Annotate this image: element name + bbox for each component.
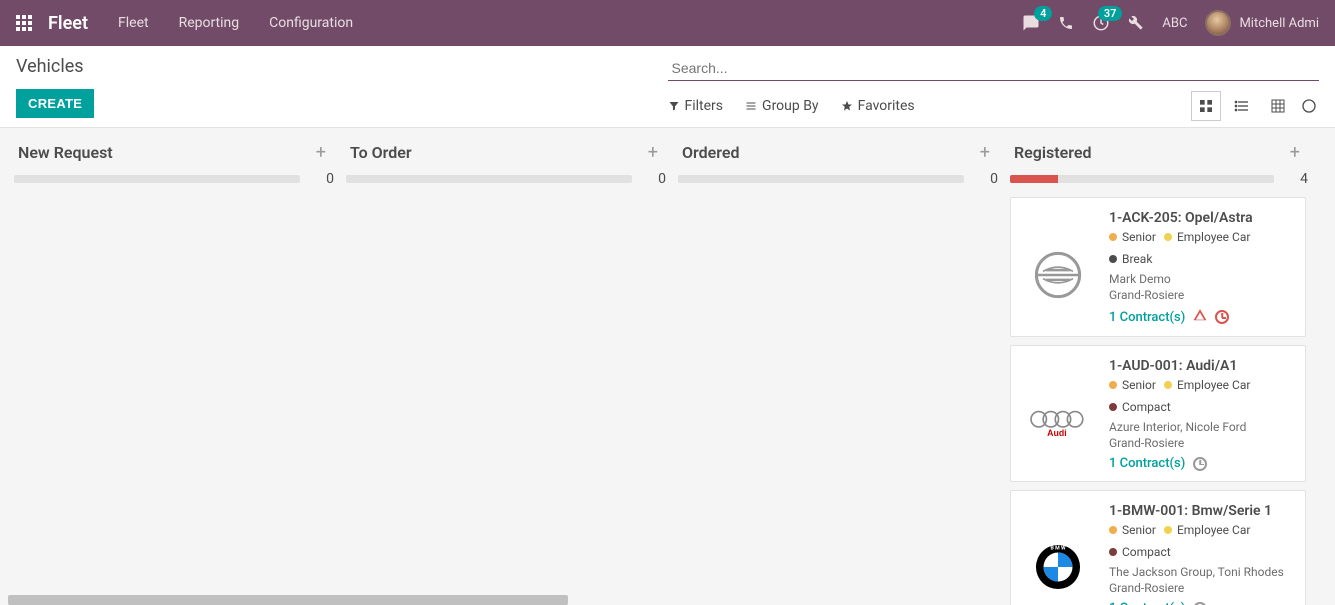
column-progress-bar (678, 175, 964, 183)
column-add-icon[interactable]: + (312, 142, 330, 163)
tag: Senior (1109, 523, 1156, 537)
tag: Senior (1109, 230, 1156, 244)
apps-icon[interactable] (16, 15, 32, 31)
card-location: Grand-Rosiere (1109, 288, 1293, 302)
brand-logo-bmw: B M W (1023, 517, 1093, 605)
clock-icon (1193, 602, 1207, 605)
column-title[interactable]: New Request (18, 143, 312, 162)
filters-button[interactable]: Filters (668, 98, 724, 114)
user-avatar (1205, 10, 1231, 36)
column-title[interactable]: Registered (1014, 143, 1286, 162)
card-title: 1-ACK-205: Opel/Astra (1109, 210, 1293, 226)
column-progress-bar (1010, 175, 1274, 183)
column-progress-bar (346, 175, 632, 183)
column-add-icon[interactable]: + (644, 142, 662, 163)
card-title: 1-BMW-001: Bmw/Serie 1 (1109, 503, 1293, 519)
kanban-board: New Request + 0 To Order + 0 Ordered + 0 (0, 128, 1335, 605)
column-progress-bar (14, 175, 300, 183)
vehicle-card[interactable]: 1-ACK-205: Opel/Astra Senior Employee Ca… (1010, 197, 1306, 337)
card-driver: The Jackson Group, Toni Rhodes (1109, 565, 1293, 579)
contracts-link[interactable]: 1 Contract(s) (1109, 456, 1185, 471)
create-button[interactable]: CREATE (16, 89, 94, 118)
clock-icon (1193, 457, 1207, 471)
contracts-link[interactable]: 1 Contract(s) (1109, 601, 1185, 605)
view-list-button[interactable] (1227, 91, 1257, 121)
messages-badge: 4 (1034, 6, 1052, 21)
kanban-column-registered: Registered + 4 1-ACK-205: Opel/Astra Sen… (1004, 138, 1314, 605)
search-input[interactable] (668, 56, 1320, 81)
card-title: 1-AUD-001: Audi/A1 (1109, 358, 1293, 374)
tag: Break (1109, 252, 1152, 266)
phone-icon[interactable] (1058, 15, 1074, 31)
column-add-icon[interactable]: + (976, 142, 994, 163)
top-nav: Fleet Fleet Reporting Configuration 4 37… (0, 0, 1335, 46)
kanban-column-ordered: Ordered + 0 (672, 138, 1004, 605)
card-driver: Mark Demo (1109, 272, 1293, 286)
card-driver: Azure Interior, Nicole Ford (1109, 420, 1293, 434)
horizontal-scrollbar[interactable] (8, 595, 568, 605)
brand-logo-opel (1023, 224, 1093, 326)
nav-fleet[interactable]: Fleet (118, 15, 149, 31)
card-tags: Senior Employee Car Break (1109, 230, 1293, 266)
tag: Employee Car (1164, 523, 1250, 537)
column-title[interactable]: To Order (350, 143, 644, 162)
favorites-button[interactable]: Favorites (841, 98, 915, 114)
column-count: 0 (978, 171, 998, 187)
company-switcher[interactable]: ABC (1162, 16, 1187, 31)
groupby-button[interactable]: Group By (745, 98, 819, 114)
view-pivot-button[interactable] (1263, 91, 1293, 121)
control-panel: Vehicles CREATE Filters Group By Favorit… (0, 46, 1335, 128)
activities-icon[interactable]: 37 (1092, 14, 1110, 32)
tag: Compact (1109, 545, 1171, 559)
kanban-column-new-request: New Request + 0 (8, 138, 340, 605)
card-tags: Senior Employee Car Compact (1109, 378, 1293, 414)
activities-badge: 37 (1098, 6, 1123, 21)
warning-icon (1193, 308, 1207, 326)
column-count: 0 (314, 171, 334, 187)
view-kanban-button[interactable] (1191, 91, 1221, 121)
card-location: Grand-Rosiere (1109, 581, 1293, 595)
vehicle-card[interactable]: Audi 1-AUD-001: Audi/A1 Senior Employee … (1010, 345, 1306, 482)
page-title: Vehicles (16, 56, 668, 77)
column-count: 4 (1288, 171, 1308, 187)
kanban-column-to-order: To Order + 0 (340, 138, 672, 605)
brand-logo-audi: Audi (1023, 372, 1093, 471)
column-cards: 1-ACK-205: Opel/Astra Senior Employee Ca… (1010, 197, 1308, 605)
svg-text:B M W: B M W (1050, 545, 1065, 551)
card-location: Grand-Rosiere (1109, 436, 1293, 450)
nav-configuration[interactable]: Configuration (269, 15, 353, 31)
user-name: Mitchell Admi (1239, 16, 1319, 31)
tag: Employee Car (1164, 230, 1250, 244)
column-title[interactable]: Ordered (682, 143, 976, 162)
messages-icon[interactable]: 4 (1022, 14, 1040, 32)
card-tags: Senior Employee Car Compact (1109, 523, 1293, 559)
view-switcher (1191, 91, 1319, 121)
clock-icon (1215, 310, 1229, 324)
view-graph-button[interactable] (1299, 91, 1319, 121)
tag: Senior (1109, 378, 1156, 392)
app-brand[interactable]: Fleet (48, 13, 88, 34)
tools-icon[interactable] (1128, 15, 1144, 31)
user-menu[interactable]: Mitchell Admi (1205, 10, 1319, 36)
contracts-link[interactable]: 1 Contract(s) (1109, 310, 1185, 325)
column-count: 0 (646, 171, 666, 187)
vehicle-card[interactable]: B M W 1-BMW-001: Bmw/Serie 1 Senior Empl… (1010, 490, 1306, 605)
tag: Employee Car (1164, 378, 1250, 392)
column-add-icon[interactable]: + (1286, 142, 1304, 163)
tag: Compact (1109, 400, 1171, 414)
svg-text:Audi: Audi (1047, 427, 1067, 437)
nav-reporting[interactable]: Reporting (179, 15, 240, 31)
